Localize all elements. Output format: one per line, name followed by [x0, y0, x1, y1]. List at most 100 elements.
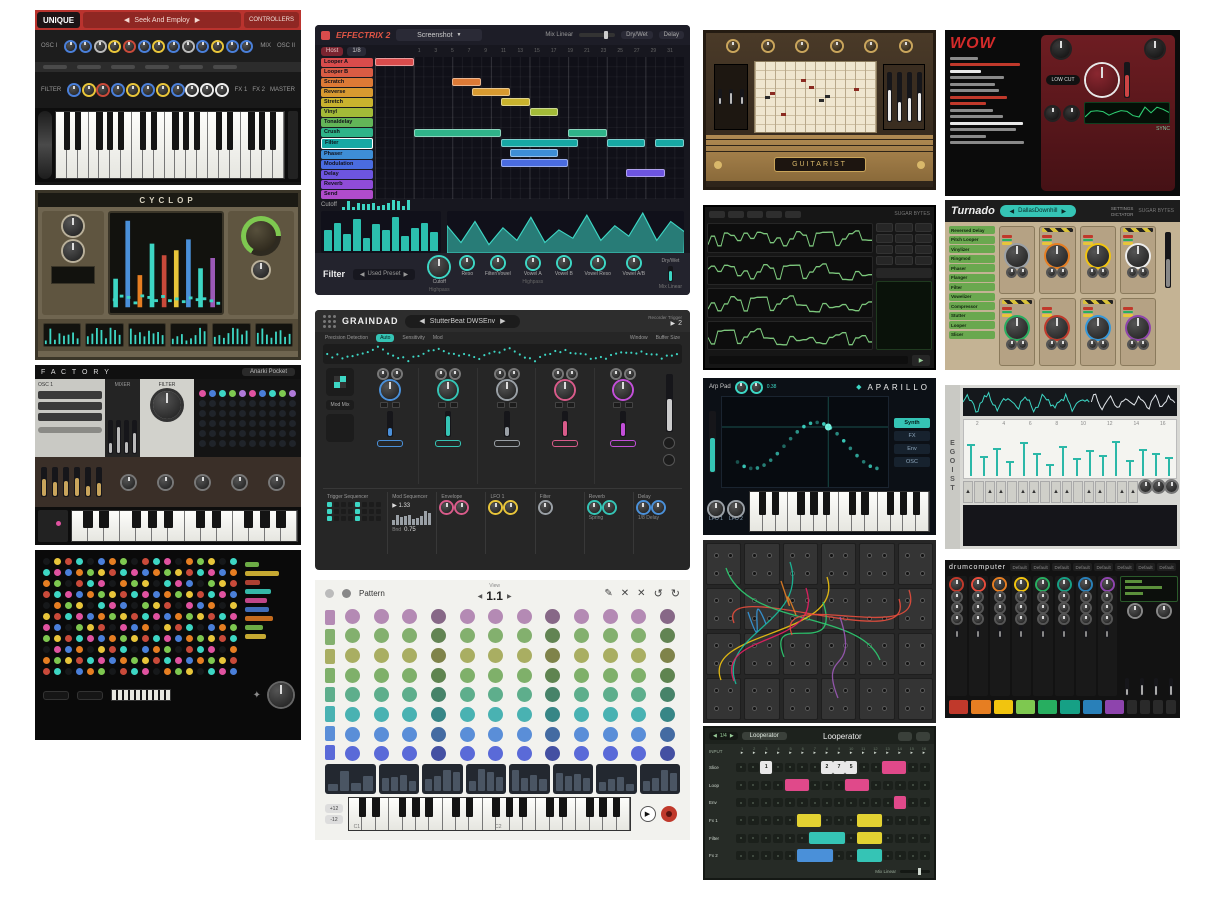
- patch-jack[interactable]: [752, 598, 757, 603]
- knob[interactable]: [159, 476, 172, 489]
- step-circle[interactable]: [402, 707, 417, 722]
- patch-jack[interactable]: [790, 706, 795, 711]
- patch-jack[interactable]: [714, 661, 719, 666]
- pad-dot-off[interactable]: [249, 410, 256, 417]
- patch-jack[interactable]: [920, 688, 925, 693]
- knob[interactable]: [143, 85, 153, 95]
- step-cell[interactable]: [834, 851, 844, 860]
- fx-step-block[interactable]: [857, 814, 881, 827]
- wavetable-display[interactable]: [108, 211, 224, 315]
- step-circle[interactable]: [603, 687, 618, 702]
- module[interactable]: [898, 543, 933, 585]
- knob[interactable]: [832, 41, 842, 51]
- step-circle[interactable]: [374, 668, 389, 683]
- tuning-peg[interactable]: [917, 161, 925, 169]
- step-circle[interactable]: [460, 628, 475, 643]
- prev-icon[interactable]: ◀: [360, 271, 365, 278]
- knob[interactable]: [1100, 269, 1107, 276]
- seq-dot[interactable]: [219, 569, 226, 576]
- fx-row-crush[interactable]: Crush: [321, 128, 373, 137]
- seq-dot[interactable]: [54, 591, 61, 598]
- module[interactable]: [744, 678, 779, 720]
- step-circle[interactable]: [574, 648, 589, 663]
- seq-dot[interactable]: [219, 591, 226, 598]
- pad-dot-off[interactable]: [239, 400, 246, 407]
- slider[interactable]: [998, 626, 1002, 638]
- knob[interactable]: [540, 502, 551, 513]
- seq-dot[interactable]: [230, 613, 237, 620]
- mini-button[interactable]: [509, 402, 517, 408]
- black-key[interactable]: [613, 798, 621, 817]
- knob[interactable]: [1065, 107, 1078, 120]
- step-cell[interactable]: [773, 816, 783, 825]
- row-label[interactable]: [325, 687, 335, 702]
- trig-step[interactable]: [327, 516, 332, 521]
- trig-step[interactable]: [334, 516, 339, 521]
- slider[interactable]: [729, 89, 733, 105]
- seq-dot-off[interactable]: [219, 602, 226, 609]
- seq-dot[interactable]: [43, 635, 50, 642]
- knob[interactable]: [1158, 605, 1170, 617]
- pad-dot[interactable]: [269, 390, 276, 397]
- patch-jack[interactable]: [790, 571, 795, 576]
- step-circle[interactable]: [660, 648, 675, 663]
- module[interactable]: [821, 633, 856, 675]
- step-circle[interactable]: [574, 668, 589, 683]
- fx-step-block[interactable]: 7: [833, 761, 845, 774]
- seq-dot[interactable]: [120, 668, 127, 675]
- menu-line[interactable]: [950, 135, 986, 138]
- seq-dot[interactable]: [219, 635, 226, 642]
- pad-dot[interactable]: [249, 390, 256, 397]
- fx-block[interactable]: [530, 108, 559, 116]
- mode-tab[interactable]: [77, 65, 101, 69]
- seq-dot[interactable]: [197, 569, 204, 576]
- step-module[interactable]: [509, 764, 549, 794]
- slider[interactable]: [1169, 678, 1173, 696]
- knob[interactable]: [269, 683, 293, 707]
- octave-up-button[interactable]: +12: [325, 804, 343, 813]
- knob[interactable]: [556, 381, 574, 399]
- step-circle[interactable]: [345, 648, 360, 663]
- step-circle[interactable]: [603, 746, 618, 761]
- seq-dot-off[interactable]: [153, 668, 160, 675]
- knob[interactable]: [1129, 269, 1136, 276]
- patch-jack[interactable]: [843, 688, 848, 693]
- pad-dot-off[interactable]: [199, 420, 206, 427]
- slice-column[interactable]: [1136, 428, 1149, 478]
- pad-dot-off[interactable]: [269, 400, 276, 407]
- pad-dot[interactable]: [239, 390, 246, 397]
- knob[interactable]: [198, 42, 207, 51]
- step-circle[interactable]: [345, 727, 360, 742]
- row-label[interactable]: [325, 610, 335, 625]
- seq-bar[interactable]: [324, 230, 332, 251]
- patch-jack[interactable]: [829, 616, 834, 621]
- seq-dot[interactable]: [197, 635, 204, 642]
- knob[interactable]: [1016, 579, 1027, 590]
- knob[interactable]: [1086, 64, 1118, 96]
- slider[interactable]: [709, 411, 716, 473]
- step-circle[interactable]: [603, 648, 618, 663]
- knob[interactable]: [953, 615, 961, 623]
- step-cell[interactable]: [846, 851, 856, 860]
- step-circle[interactable]: [517, 609, 532, 624]
- seq-dot[interactable]: [186, 624, 193, 631]
- menu-line[interactable]: [950, 102, 986, 105]
- seq-dot[interactable]: [54, 646, 61, 653]
- seq-dot-off[interactable]: [175, 602, 182, 609]
- mod-slot[interactable]: [377, 440, 403, 447]
- patch-jack[interactable]: [905, 661, 910, 666]
- step-cell[interactable]: [895, 781, 905, 790]
- step-circle[interactable]: [431, 648, 446, 663]
- step-cell[interactable]: [785, 851, 795, 860]
- step-cell[interactable]: [773, 851, 783, 860]
- fx-block[interactable]: [607, 139, 646, 147]
- seq-bar[interactable]: [382, 230, 390, 251]
- drum-channel[interactable]: [1012, 576, 1032, 696]
- seq-dot[interactable]: [65, 558, 72, 565]
- fx-step-block[interactable]: 1: [760, 761, 772, 774]
- knob[interactable]: [1087, 245, 1109, 267]
- menu-button[interactable]: [916, 732, 930, 741]
- controllers-button[interactable]: CONTROLLERS: [244, 12, 299, 28]
- knob[interactable]: [1017, 615, 1025, 623]
- next-icon[interactable]: ▶: [730, 733, 734, 739]
